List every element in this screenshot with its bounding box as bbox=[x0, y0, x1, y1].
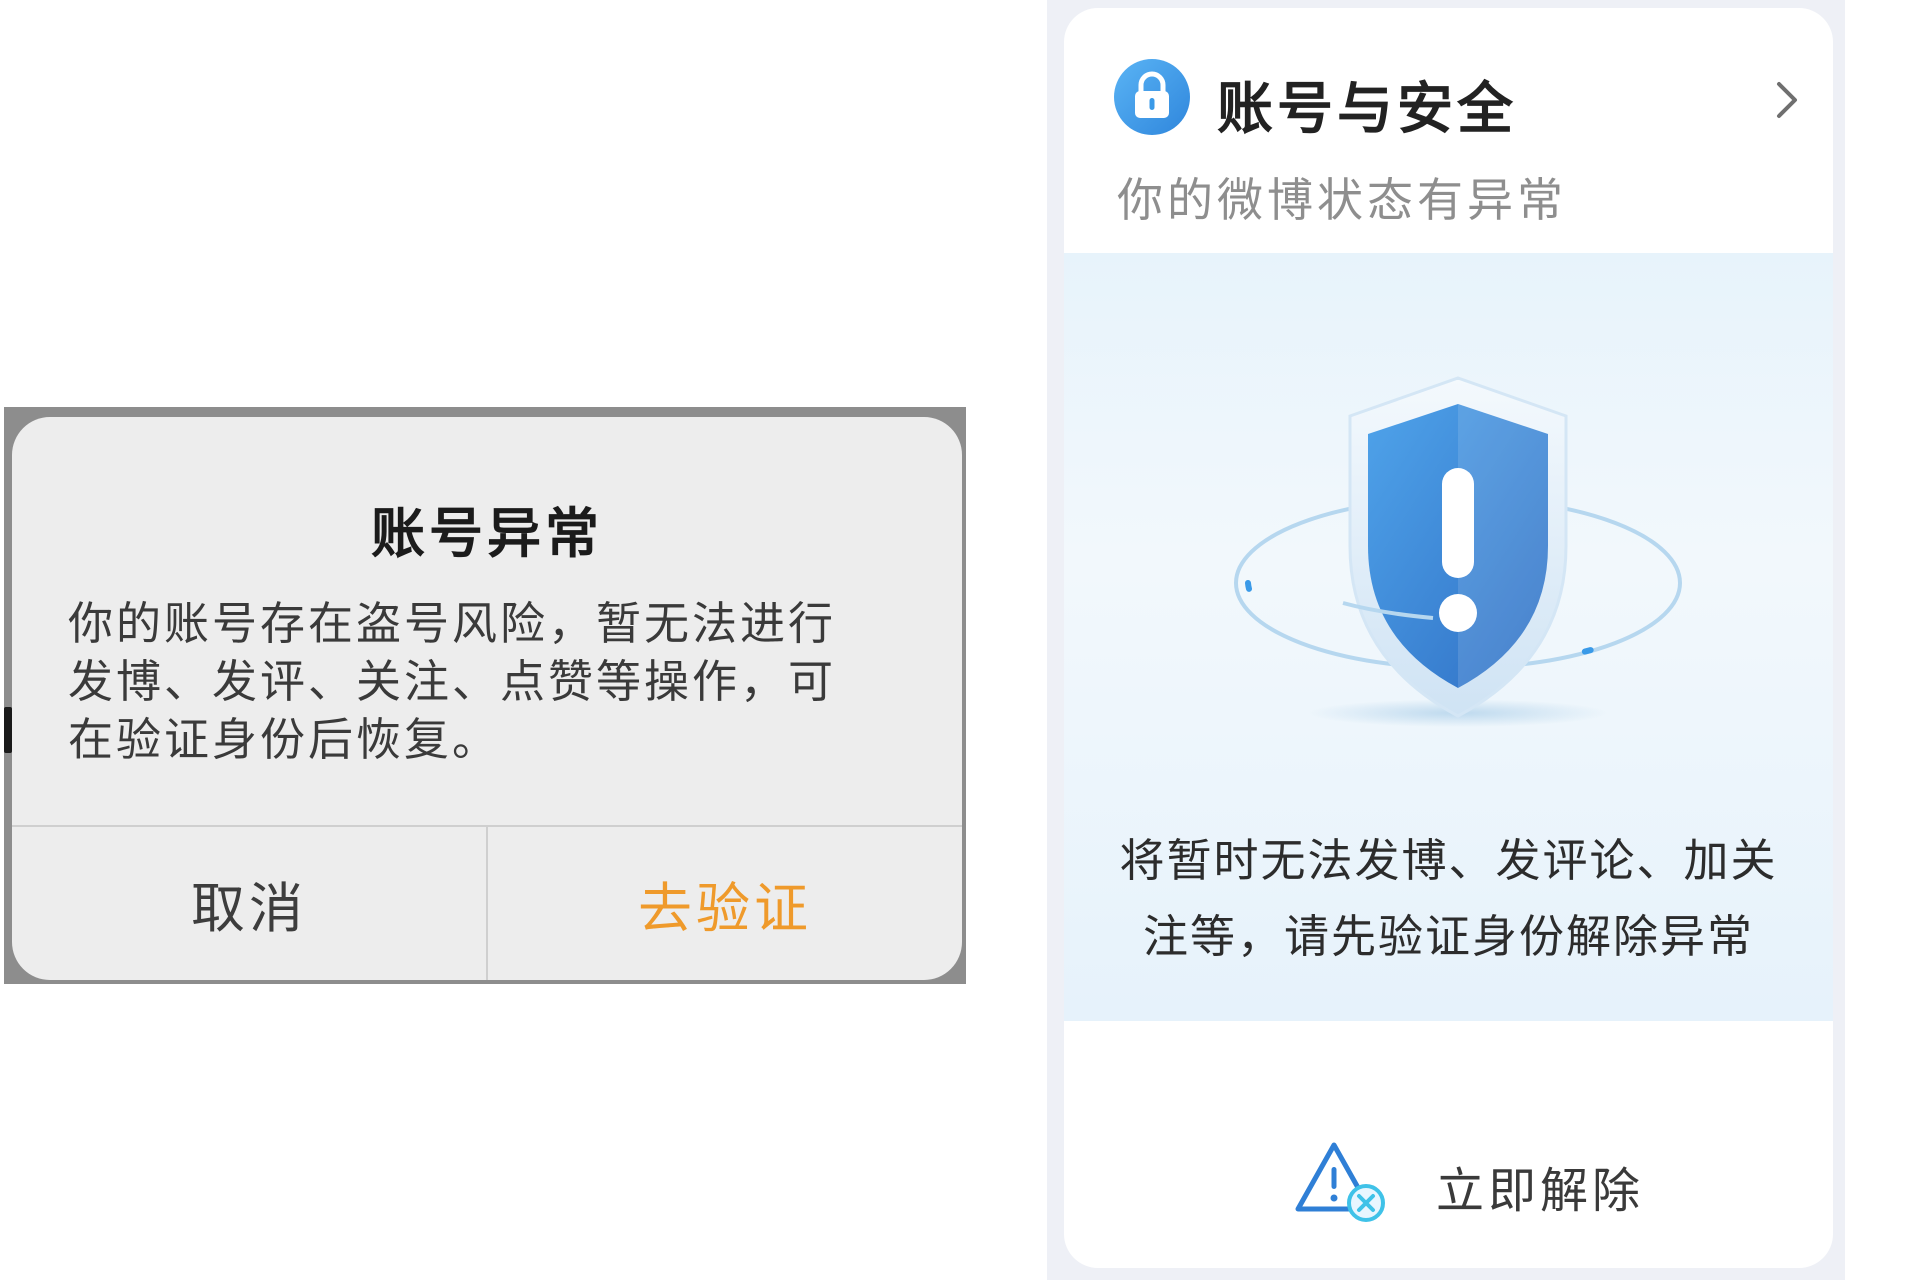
alert-message-line: 在验证身份后恢复。 bbox=[68, 713, 501, 766]
cancel-button[interactable]: 取消 bbox=[12, 827, 486, 980]
account-security-header[interactable]: 账号与安全 你的微博状态有异常 bbox=[1064, 8, 1833, 253]
warning-hero: 将暂时无法发博、发评论、加关 注等，请先验证身份解除异常 bbox=[1064, 253, 1833, 1021]
alert-screenshot: 账号异常 你的账号存在盗号风险，暂无法进行 发博、发评、关注、点赞等操作，可 在… bbox=[4, 407, 966, 984]
notice-line: 将暂时无法发博、发评论、加关 bbox=[1119, 834, 1778, 887]
warning-notice: 将暂时无法发博、发评论、加关 注等，请先验证身份解除异常 bbox=[1104, 823, 1793, 975]
alert-title: 账号异常 bbox=[371, 502, 603, 565]
shield-warning-icon bbox=[1234, 376, 1688, 727]
security-screenshot: 账号与安全 你的微博状态有异常 将暂时无法发博、发评论、加关 注等，请先验证身份… bbox=[1047, 0, 1845, 1280]
notice-line: 注等，请先验证身份解除异常 bbox=[1142, 910, 1754, 963]
resolve-now-label: 立即解除 bbox=[1436, 1163, 1645, 1219]
screenshot-canvas: 账号异常 你的账号存在盗号风险，暂无法进行 发博、发评、关注、点赞等操作，可 在… bbox=[0, 0, 1920, 1280]
resolve-now-button[interactable]: 立即解除 bbox=[1064, 1021, 1833, 1268]
card-subtitle: 你的微博状态有异常 bbox=[1117, 173, 1567, 227]
alert-message: 你的账号存在盗号风险，暂无法进行 发博、发评、关注、点赞等操作，可 在验证身份后… bbox=[68, 595, 888, 769]
card-title: 账号与安全 bbox=[1217, 77, 1517, 142]
background-fragment bbox=[4, 707, 12, 753]
lock-icon bbox=[1114, 59, 1190, 135]
chevron-right-icon bbox=[1777, 82, 1797, 118]
warning-cancel-icon bbox=[1295, 1142, 1385, 1222]
security-card: 账号与安全 你的微博状态有异常 将暂时无法发博、发评论、加关 注等，请先验证身份… bbox=[1064, 8, 1833, 1268]
verify-button[interactable]: 去验证 bbox=[488, 827, 962, 980]
alert-message-line: 发博、发评、关注、点赞等操作，可 bbox=[68, 655, 837, 708]
account-alert-dialog: 账号异常 你的账号存在盗号风险，暂无法进行 发博、发评、关注、点赞等操作，可 在… bbox=[12, 417, 962, 980]
alert-message-line: 你的账号存在盗号风险，暂无法进行 bbox=[68, 597, 837, 650]
